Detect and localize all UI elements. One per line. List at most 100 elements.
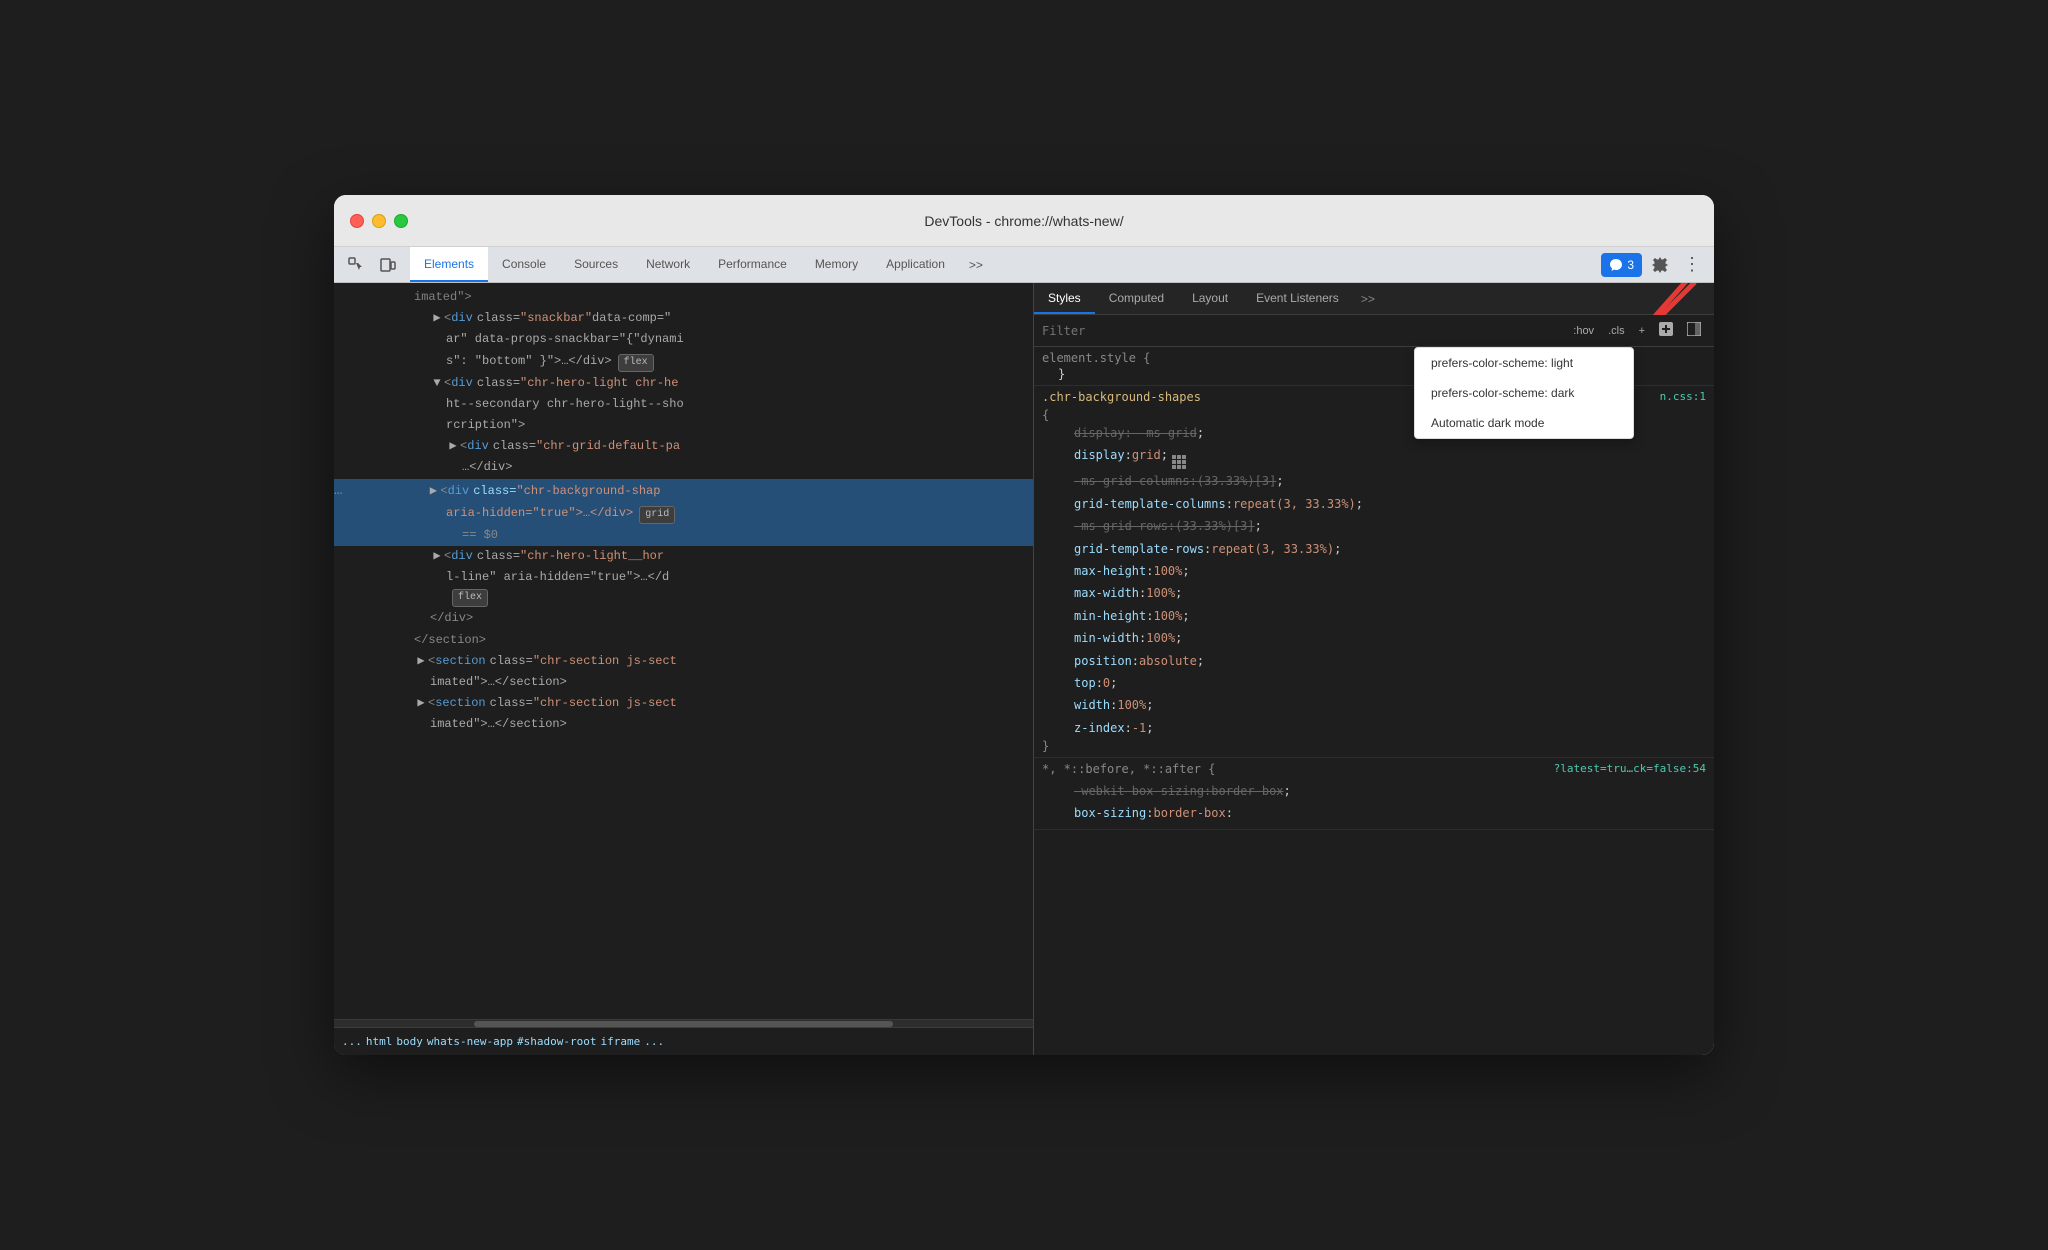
color-scheme-dark[interactable]: prefers-color-scheme: dark [1415,378,1633,408]
close-button[interactable] [350,214,364,228]
tab-styles[interactable]: Styles [1034,283,1095,314]
filter-input[interactable] [1042,324,1560,338]
style-prop-display-grid: display: grid; [1042,444,1706,470]
tab-elements[interactable]: Elements [410,247,488,282]
expand-triangle[interactable]: ▶ [446,437,460,456]
expand-triangle[interactable]: ▶ [430,309,444,328]
styles-panel: Styles Computed Layout Event Listeners >… [1034,283,1714,1055]
dom-line[interactable]: ▼ <div class="chr-hero-light chr-he [334,373,1033,394]
chr-bg-shapes-selector: .chr-background-shapes [1042,390,1201,404]
tab-performance[interactable]: Performance [704,247,801,282]
dom-line: imated">…</section> [334,672,1033,693]
tab-network[interactable]: Network [632,247,704,282]
tab-layout[interactable]: Layout [1178,283,1242,314]
expand-triangle[interactable]: ▶ [426,482,440,501]
style-prop-max-height: max-height: 100%; [1042,560,1706,582]
style-prop-width: width: 100%; [1042,694,1706,716]
style-prop-ms-grid-rows: -ms-grid-rows: (33.33%)[3]; [1042,515,1706,537]
dom-line: …</div> [334,457,1033,478]
inspect-icon[interactable] [342,251,370,279]
filter-actions: :hov .cls + [1568,320,1706,341]
elements-tree[interactable]: imated"> ▶ <div class="snackbar" data-co… [334,283,1033,1019]
expand-triangle[interactable]: ▶ [430,547,444,566]
dom-line: rcription"> [334,415,1033,436]
universal-selector-rule: *, *::before, *::after { ?latest=tru…ck=… [1034,758,1714,830]
dom-line: </div> [334,608,1033,629]
grid-badge[interactable]: grid [639,506,675,524]
bc-shadow-root[interactable]: #shadow-root [517,1035,596,1048]
tab-application[interactable]: Application [872,247,959,282]
dom-line-selected[interactable]: … ▶ <div class="chr-background-shap [334,479,1033,503]
dom-line: ht--secondary chr-hero-light--sho [334,394,1033,415]
traffic-lights [350,214,408,228]
kebab-menu-icon[interactable]: ⋮ [1678,251,1706,279]
new-style-rule-button[interactable] [1654,320,1678,341]
device-toolbar-icon[interactable] [374,251,402,279]
style-prop-position: position: absolute; [1042,650,1706,672]
tab-console[interactable]: Console [488,247,560,282]
bc-html[interactable]: html [366,1035,393,1048]
more-tabs-button[interactable]: >> [959,247,993,282]
ellipsis-button[interactable]: … [334,480,342,502]
maximize-button[interactable] [394,214,408,228]
flex-badge[interactable]: flex [618,354,654,372]
style-prop-z-index: z-index: -1; [1042,717,1706,739]
grid-icon[interactable] [1172,455,1186,469]
bc-iframe[interactable]: iframe [600,1035,640,1048]
dom-breadcrumb: ... html body whats-new-app #shadow-root… [334,1027,1033,1055]
style-prop-webkit-box-sizing: -webkit-box-sizing: border-box; [1042,780,1706,802]
scrollbar-thumb[interactable] [474,1021,893,1027]
auto-dark-mode[interactable]: Automatic dark mode [1415,408,1633,438]
flex-badge-2[interactable]: flex [452,589,488,607]
devtools-window: DevTools - chrome://whats-new/ Elements [334,195,1714,1055]
dom-line: flex [334,588,1033,608]
main-content: imated"> ▶ <div class="snackbar" data-co… [334,283,1714,1055]
dom-line[interactable]: ▶ <div class="chr-hero-light__hor [334,546,1033,567]
color-scheme-dropdown: prefers-color-scheme: light prefers-colo… [1414,347,1634,439]
style-prop-ms-grid-cols: -ms-grid-columns: (33.33%)[3]; [1042,470,1706,492]
style-prop-box-sizing: box-sizing: border-box: [1042,802,1706,824]
elements-panel: imated"> ▶ <div class="snackbar" data-co… [334,283,1034,1055]
expand-triangle[interactable]: ▶ [414,694,428,713]
universal-rule-source[interactable]: ?latest=tru…ck=false:54 [1554,762,1706,778]
bc-dots-end[interactable]: ... [644,1035,664,1048]
tab-icon-group [334,247,410,282]
dom-line: </section> [334,630,1033,651]
dom-line[interactable]: ▶ <div class="chr-grid-default-pa [334,436,1033,457]
dom-line-eq0: == $0 [334,525,1033,546]
feedback-button[interactable]: 3 [1601,253,1642,277]
dom-line[interactable]: ▶ <section class="chr-section js-sect [334,693,1033,714]
style-prop-top: top: 0; [1042,672,1706,694]
add-style-rule-button[interactable]: + [1634,323,1650,339]
color-scheme-light[interactable]: prefers-color-scheme: light [1415,348,1633,378]
style-prop-max-width: max-width: 100%; [1042,582,1706,604]
dom-line: ar" data-props-snackbar="{"dynami [334,329,1033,350]
horizontal-scrollbar[interactable] [334,1019,1033,1027]
style-prop-min-height: min-height: 100%; [1042,605,1706,627]
tab-sources[interactable]: Sources [560,247,632,282]
bc-body[interactable]: body [396,1035,423,1048]
hov-button[interactable]: :hov [1568,323,1599,339]
styles-sub-tab-bar: Styles Computed Layout Event Listeners >… [1034,283,1714,315]
universal-selector: *, *::before, *::after { [1042,762,1215,776]
cls-button[interactable]: .cls [1603,323,1630,339]
dom-line: imated">…</section> [334,714,1033,735]
tab-memory[interactable]: Memory [801,247,872,282]
dom-line[interactable]: ▶ <div class="snackbar" data-comp=" [334,308,1033,329]
bc-dots[interactable]: ... [342,1035,362,1048]
sub-tab-more-button[interactable]: >> [1353,283,1383,314]
chr-bg-shapes-source[interactable]: n.css:1 [1660,390,1706,406]
toggle-sidebar-button[interactable] [1682,320,1706,341]
dom-line: imated"> [334,287,1033,308]
expand-triangle[interactable]: ▼ [430,374,444,393]
tab-event-listeners[interactable]: Event Listeners [1242,283,1353,314]
minimize-button[interactable] [372,214,386,228]
dom-line[interactable]: ▶ <section class="chr-section js-sect [334,651,1033,672]
style-prop-grid-template-cols: grid-template-columns: repeat(3, 33.33%)… [1042,493,1706,515]
expand-triangle[interactable]: ▶ [414,652,428,671]
styles-rules-content: element.style { } .chr-background-shapes… [1034,347,1714,1055]
bc-whats-new-app[interactable]: whats-new-app [427,1035,513,1048]
tab-computed[interactable]: Computed [1095,283,1178,314]
dom-line: s": "bottom" }">…</div> flex [334,351,1033,373]
settings-icon[interactable] [1646,251,1674,279]
